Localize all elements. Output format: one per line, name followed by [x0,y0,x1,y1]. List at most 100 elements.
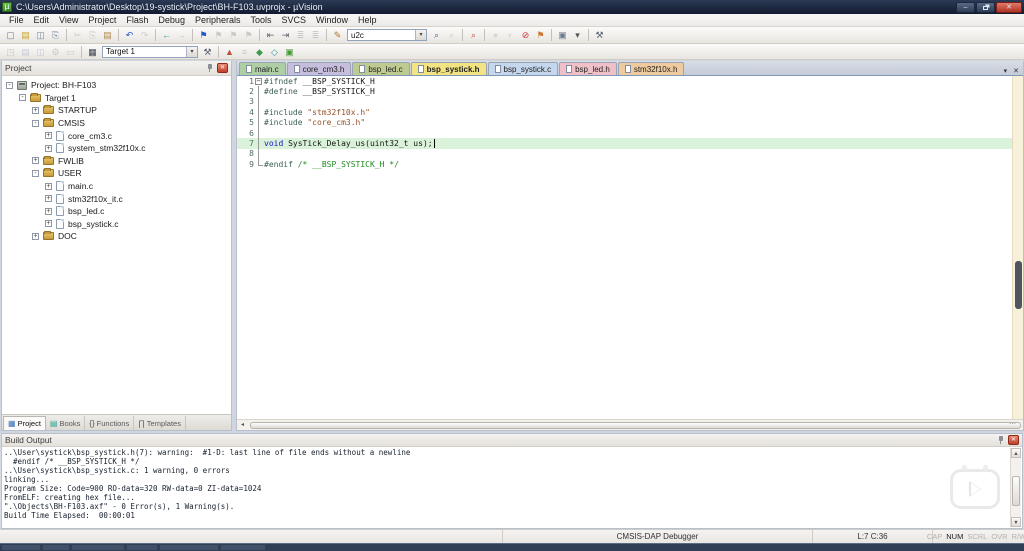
code-line-3[interactable]: 3 [237,97,1012,107]
code-line-2[interactable]: 2#define __BSP_SYSTICK_H [237,86,1012,96]
insert-breakpoint-icon[interactable]: ● [488,29,503,41]
clear-bookmarks-icon[interactable]: ⚑ [241,29,256,41]
layout-arrow-icon[interactable]: ▾ [570,29,585,41]
hscroll-thumb[interactable] [250,422,1021,429]
uncomment-selection-icon[interactable]: ≣ [308,29,323,41]
code-line-6[interactable]: 6 [237,128,1012,138]
menu-flash[interactable]: Flash [121,15,153,25]
scroll-thumb[interactable] [1012,476,1020,506]
tree-item-stm32f10x-it-c[interactable]: +stm32f10x_it.c [2,192,231,205]
editor-vertical-scrollbar[interactable] [1012,76,1023,419]
indent-icon[interactable]: ⇥ [278,29,293,41]
code-line-5[interactable]: 5#include "core_cm3.h" [237,118,1012,128]
scroll-down-icon[interactable]: ▼ [1011,517,1021,527]
menu-project[interactable]: Project [83,15,121,25]
navigate-back-icon[interactable]: ← [159,29,174,41]
menu-tools[interactable]: Tools [245,15,276,25]
collapse-icon[interactable]: - [32,120,39,127]
save-icon[interactable]: ◫ [33,29,48,41]
comment-selection-icon[interactable]: ≣ [293,29,308,41]
pin-icon[interactable] [206,63,214,73]
expand-icon[interactable]: + [45,183,52,190]
tree-item-project-bh-f103[interactable]: -Project: BH-F103 [2,79,231,92]
kill-all-breakpoints-icon[interactable]: ⊘ [518,29,533,41]
enable-breakpoint-icon[interactable]: ◐ [503,29,518,41]
menu-help[interactable]: Help [353,15,382,25]
expand-icon[interactable]: + [45,208,52,215]
scroll-track[interactable] [1011,458,1021,517]
code-line-8[interactable]: 8 [237,149,1012,159]
restore-button[interactable] [976,2,995,13]
tree-item-bsp-systick-c[interactable]: +bsp_systick.c [2,218,231,231]
menu-window[interactable]: Window [311,15,353,25]
editor-tab-bsp_led-c[interactable]: bsp_led.c [352,62,409,75]
options-for-target-icon[interactable]: ⚒ [200,46,215,58]
tree-item-core-cm3-c[interactable]: +core_cm3.c [2,129,231,142]
configure-find-icon[interactable]: ✎ [330,29,345,41]
code-line-1[interactable]: 1−#ifndef __BSP_SYSTICK_H [237,76,1012,86]
editor-tab-bsp_systick-h[interactable]: bsp_systick.h [411,62,487,75]
download-to-flash-icon[interactable]: ▦ [85,46,100,58]
manage-project-items-icon[interactable]: ▣ [282,46,297,58]
scroll-up-icon[interactable]: ▲ [1011,448,1021,458]
editor-tab-main-c[interactable]: main.c [239,62,286,75]
tab-scroll-arrow-icon[interactable]: ▾ [1004,67,1008,75]
tree-item-system-stm32f10x-c[interactable]: +system_stm32f10x.c [2,142,231,155]
tree-item-user[interactable]: -USER [2,167,231,180]
toggle-bookmark-icon[interactable]: ⚑ [196,29,211,41]
prev-bookmark-icon[interactable]: ⚑ [211,29,226,41]
tree-item-fwlib[interactable]: +FWLIB [2,155,231,168]
expand-icon[interactable]: + [45,145,52,152]
save-all-icon[interactable]: ⎘ [48,29,63,41]
expand-icon[interactable]: + [45,132,52,139]
expand-icon[interactable]: + [45,195,52,202]
tree-item-doc[interactable]: +DOC [2,230,231,243]
find-icon[interactable]: ⌕ [466,29,481,41]
translate-file-icon[interactable]: ▤ [18,46,33,58]
search-combo-dropdown-icon[interactable]: ▾ [415,30,426,40]
expand-icon[interactable]: + [32,233,39,240]
tab-close-icon[interactable]: ✕ [1013,67,1019,75]
build-icon[interactable]: ◫ [33,46,48,58]
tree-item-cmsis[interactable]: -CMSIS [2,117,231,130]
configure-tools-icon[interactable]: ⚒ [592,29,607,41]
collapse-icon[interactable]: - [32,170,39,177]
open-file-icon[interactable]: ▤ [18,29,33,41]
code-editor[interactable]: 1−#ifndef __BSP_SYSTICK_H2#define __BSP_… [237,76,1023,419]
hscroll-left-arrow-icon[interactable]: ◂ [237,420,248,430]
expand-icon[interactable]: + [45,220,52,227]
manage-run-time-environment-icon[interactable]: ◆ [252,46,267,58]
code-line-4[interactable]: 4#include "stm32f10x.h" [237,107,1012,117]
copy-icon[interactable]: ⎘ [85,29,100,41]
unindent-icon[interactable]: ⇤ [263,29,278,41]
tree-item-bsp-led-c[interactable]: +bsp_led.c [2,205,231,218]
build-output-scrollbar[interactable]: ▲ ▼ [1010,448,1021,527]
collapse-icon[interactable]: - [6,82,13,89]
build-output-pin-icon[interactable] [997,435,1005,445]
find-next-icon[interactable]: ⌕ [444,29,459,41]
search-combo[interactable]: u2c▾ [347,29,427,41]
pack-installer-icon[interactable]: ◇ [267,46,282,58]
panel-tab-functions[interactable]: {}Functions [85,416,134,430]
new-file-icon[interactable]: ▢ [3,29,18,41]
rebuild-all-icon[interactable]: ⚙ [48,46,63,58]
fold-box-icon[interactable]: − [255,78,262,85]
next-bookmark-icon[interactable]: ⚑ [226,29,241,41]
expand-icon[interactable]: + [32,107,39,114]
navigate-forward-icon[interactable]: → [174,29,189,41]
target-select-dropdown-icon[interactable]: ▾ [186,47,197,57]
manage-file-extensions-icon[interactable]: ▲ [222,46,237,58]
panel-tab-books[interactable]: ▤Books [46,416,85,430]
disable-all-breakpoints-icon[interactable]: ⚑ [533,29,548,41]
editor-scroll-thumb[interactable] [1015,261,1022,309]
expand-icon[interactable]: + [32,157,39,164]
editor-tab-bsp_systick-c[interactable]: bsp_systick.c [488,62,559,75]
build-output-close-button[interactable]: ✕ [1008,435,1019,445]
menu-edit[interactable]: Edit [29,15,55,25]
menu-file[interactable]: File [4,15,29,25]
menu-debug[interactable]: Debug [153,15,190,25]
menu-peripherals[interactable]: Peripherals [190,15,246,25]
editor-tab-stm32f10x-h[interactable]: stm32f10x.h [618,62,685,75]
cut-icon[interactable]: ✂ [70,29,85,41]
menu-view[interactable]: View [54,15,83,25]
